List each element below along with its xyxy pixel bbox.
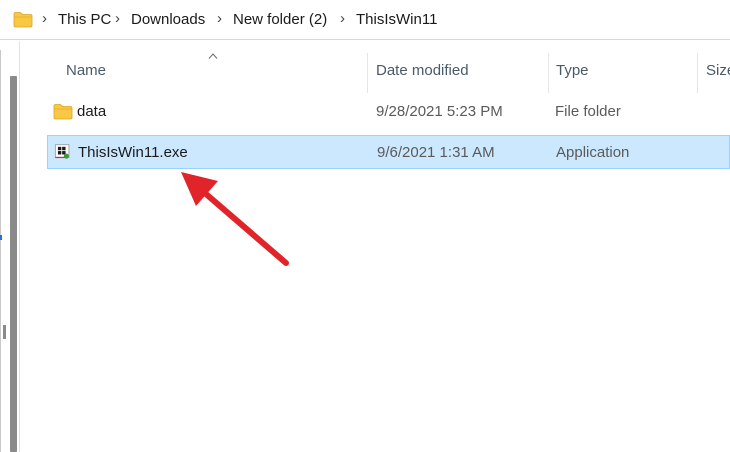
column-header-name[interactable]: Name: [66, 62, 106, 79]
pane-divider: [0, 50, 1, 452]
chevron-right-icon[interactable]: ›: [217, 10, 222, 28]
file-list-row[interactable]: data 9/28/2021 5:23 PM File folder: [47, 95, 730, 129]
column-divider[interactable]: [367, 53, 368, 93]
folder-icon: [53, 104, 73, 120]
application-icon: [54, 144, 70, 159]
breadcrumb-this-pc[interactable]: This PC: [58, 11, 111, 29]
breadcrumb-new-folder-2[interactable]: New folder (2): [233, 11, 327, 29]
chevron-right-icon[interactable]: ›: [42, 10, 47, 28]
file-name[interactable]: ThisIsWin11.exe: [78, 144, 188, 161]
column-header-row: Name Date modified Type Size: [20, 41, 730, 95]
nav-selection-marker: [0, 235, 2, 240]
file-date-modified: 9/28/2021 5:23 PM: [376, 103, 503, 120]
column-header-date-modified[interactable]: Date modified: [376, 62, 469, 79]
nav-scroll-marker: [3, 325, 6, 339]
column-header-type[interactable]: Type: [556, 62, 589, 79]
file-type: Application: [556, 144, 630, 161]
sort-ascending-icon: [208, 53, 218, 59]
file-type: File folder: [555, 103, 621, 120]
file-name[interactable]: data: [77, 103, 106, 120]
file-date-modified: 9/6/2021 1:31 AM: [377, 144, 495, 161]
column-divider[interactable]: [697, 53, 698, 93]
folder-icon: [13, 12, 33, 28]
breadcrumb-thisiswin11[interactable]: ThisIsWin11: [356, 11, 437, 29]
nav-scrollbar-thumb[interactable]: [10, 76, 17, 452]
column-divider[interactable]: [548, 53, 549, 93]
breadcrumb-downloads[interactable]: Downloads: [131, 11, 205, 29]
chevron-right-icon[interactable]: ›: [115, 10, 120, 28]
file-list-row-selected[interactable]: ThisIsWin11.exe 9/6/2021 1:31 AM Applica…: [47, 135, 730, 169]
chevron-right-icon[interactable]: ›: [340, 10, 345, 28]
column-header-size[interactable]: Size: [706, 62, 730, 79]
address-bar[interactable]: › This PC › Downloads › New folder (2) ›…: [0, 0, 730, 40]
